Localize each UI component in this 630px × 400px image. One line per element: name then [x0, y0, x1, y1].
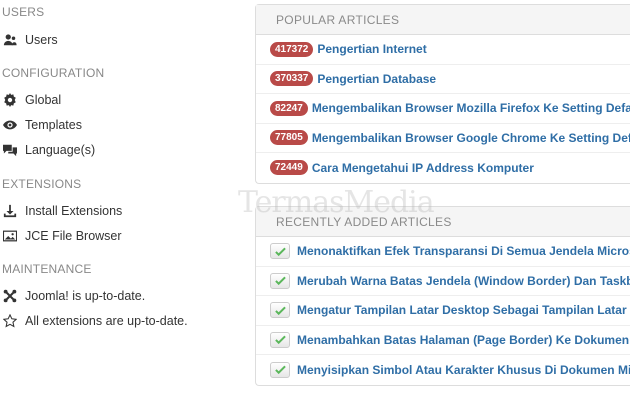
sidebar-item-joomla-status[interactable]: Joomla! is up-to-date. — [2, 286, 145, 306]
sidebar-item-label: JCE File Browser — [25, 229, 122, 243]
sidebar-item-templates[interactable]: Templates — [2, 115, 82, 135]
article-link[interactable]: Pengertian Internet — [317, 42, 426, 56]
comments-icon — [2, 142, 18, 158]
published-check-icon[interactable] — [270, 272, 290, 289]
sidebar-item-label: Global — [25, 93, 62, 107]
sidebar: USERS Users CONFIGURATION Global Templat… — [0, 0, 240, 400]
list-item: Menambahkan Batas Halaman (Page Border) … — [256, 326, 630, 355]
sidebar-item-jce-file-browser[interactable]: JCE File Browser — [2, 226, 122, 246]
sidebar-item-global[interactable]: Global — [2, 90, 61, 110]
sidebar-item-languages[interactable]: Language(s) — [2, 140, 95, 160]
article-link[interactable]: Merubah Warna Batas Jendela (Window Bord… — [297, 274, 630, 288]
popular-articles-list: 417372 Pengertian Internet 370337 Pengertia… — [256, 35, 630, 183]
sidebar-item-label: Templates — [25, 118, 82, 132]
sidebar-item-users[interactable]: Users — [2, 30, 58, 50]
sidebar-item-label: All extensions are up-to-date. — [25, 314, 188, 328]
section-title-maintenance: MAINTENANCE — [2, 262, 92, 276]
sidebar-item-label: Joomla! is up-to-date. — [25, 289, 146, 303]
sidebar-item-label: Language(s) — [25, 143, 96, 157]
list-item: Menonaktifkan Efek Transparansi Di Semua… — [256, 237, 630, 267]
recent-articles-list: Menonaktifkan Efek Transparansi Di Semua… — [256, 237, 630, 385]
list-item: 82247 Mengembalikan Browser Mozilla Firef… — [256, 94, 630, 124]
sidebar-item-label: Install Extensions — [25, 204, 123, 218]
hits-badge: 417372 — [270, 41, 314, 57]
list-item: 417372 Pengertian Internet — [256, 35, 630, 65]
article-link[interactable]: Menonaktifkan Efek Transparansi Di Semua… — [297, 244, 630, 258]
list-item: 77805 Mengembalikan Browser Google Chrome… — [256, 124, 630, 153]
published-check-icon[interactable] — [270, 361, 290, 378]
article-link[interactable]: Menambahkan Batas Halaman (Page Border) … — [297, 333, 630, 347]
list-item: Merubah Warna Batas Jendela (Window Bord… — [256, 267, 630, 296]
hits-badge: 370337 — [270, 71, 314, 87]
hits-badge: 77805 — [270, 130, 308, 146]
hits-badge: 72449 — [270, 160, 308, 176]
section-title-configuration: CONFIGURATION — [2, 66, 105, 80]
panel-title: RECENTLY ADDED ARTICLES — [256, 207, 630, 237]
eye-icon — [2, 117, 18, 133]
sidebar-item-install-extensions[interactable]: Install Extensions — [2, 201, 122, 221]
article-link[interactable]: Mengatur Tampilan Latar Desktop Sebagai … — [297, 303, 630, 317]
section-title-extensions: EXTENSIONS — [2, 177, 82, 191]
popular-articles-panel: POPULAR ARTICLES 417372 Pengertian Intern… — [255, 4, 630, 184]
article-link[interactable]: Mengembalikan Browser Mozilla Firefox Ke… — [312, 101, 630, 115]
published-check-icon[interactable] — [270, 331, 290, 348]
list-item: 370337 Pengertian Database — [256, 65, 630, 94]
list-item: Menyisipkan Simbol Atau Karakter Khusus … — [256, 355, 630, 385]
list-item: Mengatur Tampilan Latar Desktop Sebagai … — [256, 296, 630, 326]
user-icon — [2, 32, 18, 48]
list-item: 72449 Cara Mengetahui IP Address Komputer — [256, 153, 630, 183]
section-title-users: USERS — [2, 5, 45, 19]
image-icon — [2, 228, 18, 244]
download-icon — [2, 203, 18, 219]
sidebar-item-extensions-status[interactable]: All extensions are up-to-date. — [2, 311, 188, 331]
article-link[interactable]: Cara Mengetahui IP Address Komputer — [312, 161, 534, 175]
gear-icon — [2, 92, 18, 108]
article-link[interactable]: Menyisipkan Simbol Atau Karakter Khusus … — [297, 363, 630, 377]
article-link[interactable]: Pengertian Database — [317, 72, 436, 86]
published-check-icon[interactable] — [270, 302, 290, 319]
panel-title: POPULAR ARTICLES — [256, 5, 630, 35]
published-check-icon[interactable] — [270, 243, 290, 260]
article-link[interactable]: Mengembalikan Browser Google Chrome Ke S… — [312, 131, 630, 145]
hits-badge: 82247 — [270, 100, 308, 116]
joomla-icon — [2, 288, 18, 304]
star-icon — [2, 313, 18, 329]
recent-articles-panel: RECENTLY ADDED ARTICLES Menonaktifkan Ef… — [255, 206, 630, 386]
sidebar-item-label: Users — [25, 33, 58, 47]
